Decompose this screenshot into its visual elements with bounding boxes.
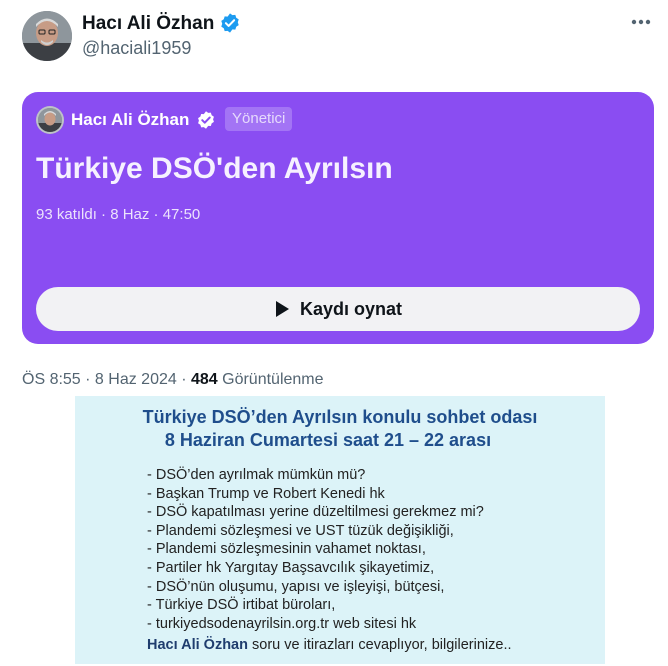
verified-badge-icon (221, 13, 239, 33)
topic-item: - Plandemi sözleşmesi ve UST tüzük değiş… (147, 522, 454, 539)
topic-item: - Türkiye DSÖ irtibat büroları, (147, 597, 336, 614)
play-recording-button[interactable]: Kaydı oynat (36, 287, 640, 331)
topic-item: - DSÖ’nün oluşumu, yapısı ve işleyişi, b… (147, 578, 445, 595)
tweet-meta: ÖS 8:55 · 8 Haz 2024 · 484 Görüntülenme (22, 369, 324, 391)
topic-item: - Plandemi sözleşmesinin vahamet noktası… (147, 541, 426, 558)
space-card[interactable]: Hacı Ali Özhan Yönetici Türkiye DSÖ'den … (22, 92, 654, 344)
author-avatar[interactable] (22, 11, 72, 61)
topic-item: - DSÖ kapatılması yerine düzeltilmesi ge… (147, 504, 484, 521)
more-options-icon[interactable] (626, 10, 656, 34)
author-name[interactable]: Hacı Ali Özhan (82, 12, 214, 36)
closing-text: soru ve itirazları cevaplıyor, bilgileri… (247, 637, 512, 653)
tweet: Hacı Ali Özhan @haciali1959 Hacı Ali Özh… (0, 0, 668, 400)
topic-item: - Partiler hk Yargıtay Başsavcılık şikay… (147, 559, 435, 576)
tweet-timestamp[interactable]: ÖS 8:55 · 8 Haz 2024 · (22, 371, 191, 388)
topic-item: - Başkan Trump ve Robert Kenedi hk (147, 485, 385, 502)
notice-title: Türkiye DSÖ’den Ayrılsın konulu sohbet o… (142, 407, 538, 427)
role-badge: Yönetici (225, 107, 293, 131)
topic-item: - DSÖ’den ayrılmak mümkün mü? (147, 467, 366, 483)
topic-list: - DSÖ’den ayrılmak mümkün mü? - Başkan T… (147, 466, 484, 633)
topic-item: - turkiyedsodenayrilsin.org.tr web sites… (147, 615, 417, 632)
notice-subtitle: 8 Haziran Cumartesi saat 21 – 22 arası (164, 430, 492, 450)
views-label: Görüntülenme (217, 371, 324, 388)
space-meta: 93 katıldı · 8 Haz · 47:50 (36, 206, 201, 223)
space-title: Türkiye DSÖ'den Ayrılsın (36, 152, 393, 185)
host-name: Hacı Ali Özhan (71, 110, 190, 129)
views-count: 484 (190, 371, 218, 388)
host-avatar (36, 106, 64, 134)
author-handle[interactable]: @haciali1959 (82, 37, 191, 59)
notice-box: Türkiye DSÖ’den Ayrılsın konulu sohbet o… (75, 396, 605, 664)
closing-name: Hacı Ali Özhan (147, 637, 248, 653)
play-button-content: Kaydı oynat (36, 287, 640, 331)
host-verified-icon (198, 111, 214, 129)
closing-line: Hacı Ali Özhan soru ve itirazları cevapl… (147, 636, 512, 654)
play-icon (275, 301, 289, 317)
play-label: Kaydı oynat (299, 298, 403, 319)
